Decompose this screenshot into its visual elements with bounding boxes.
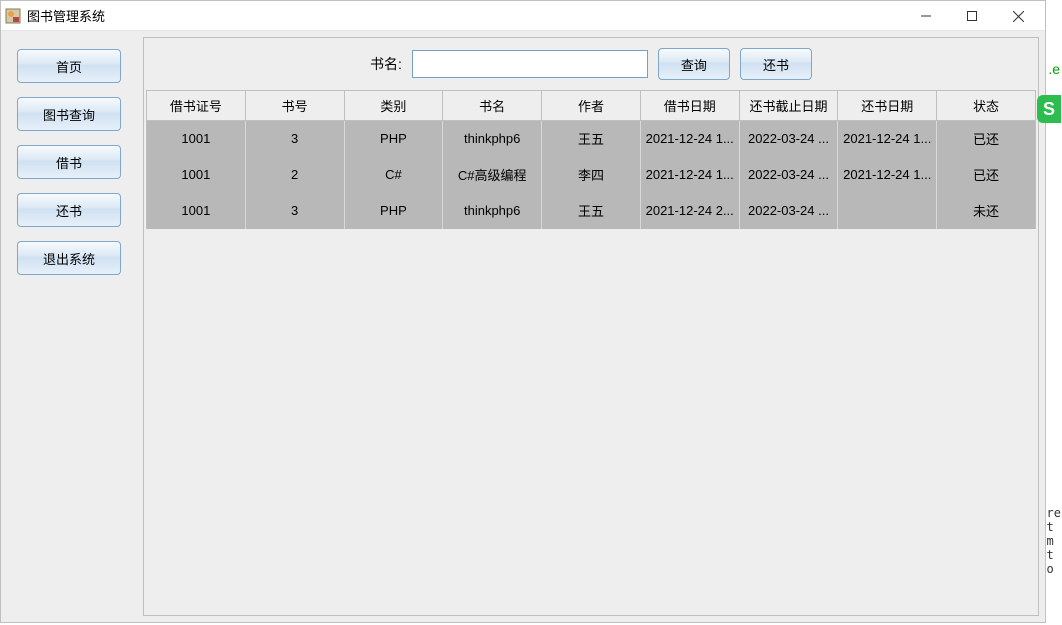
- cell-category[interactable]: C#: [344, 157, 443, 193]
- table-area: 借书证号 书号 类别 书名 作者 借书日期 还书截止日期 还书日期 状态: [146, 90, 1036, 613]
- sidebar-item-exit[interactable]: 退出系统: [17, 241, 121, 275]
- cell-due[interactable]: 2022-03-24 ...: [739, 157, 838, 193]
- cell-status[interactable]: 已还: [937, 157, 1036, 193]
- button-label: 查询: [681, 55, 707, 74]
- cell-card[interactable]: 1001: [147, 193, 246, 229]
- maximize-button[interactable]: [949, 1, 995, 31]
- col-author[interactable]: 作者: [542, 91, 641, 121]
- col-name[interactable]: 书名: [443, 91, 542, 121]
- col-status[interactable]: 状态: [937, 91, 1036, 121]
- return-book-button[interactable]: 还书: [740, 48, 812, 80]
- main-area: 书名: 查询 还书 借书证号 书号 类别 书名 作者: [137, 31, 1045, 622]
- sidebar-item-return[interactable]: 还书: [17, 193, 121, 227]
- cell-category[interactable]: PHP: [344, 193, 443, 229]
- sidebar: 首页 图书查询 借书 还书 退出系统: [1, 31, 137, 622]
- main-panel: 书名: 查询 还书 借书证号 书号 类别 书名 作者: [143, 37, 1039, 616]
- edge-code-fragment: re t m t o: [1047, 506, 1061, 576]
- cell-bookno[interactable]: 2: [245, 157, 344, 193]
- cell-author[interactable]: 王五: [542, 121, 641, 157]
- titlebar[interactable]: 图书管理系统: [1, 1, 1045, 31]
- table-row[interactable]: 1001 3 PHP thinkphp6 王五 2021-12-24 1... …: [147, 121, 1036, 157]
- cell-due[interactable]: 2022-03-24 ...: [739, 121, 838, 157]
- cell-borrow[interactable]: 2021-12-24 1...: [640, 121, 739, 157]
- window-controls: [903, 1, 1041, 30]
- edge-text: .e: [1048, 61, 1060, 77]
- col-returned[interactable]: 还书日期: [838, 91, 937, 121]
- cell-bookno[interactable]: 3: [245, 121, 344, 157]
- sidebar-item-label: 图书查询: [43, 105, 95, 124]
- cell-card[interactable]: 1001: [147, 157, 246, 193]
- close-button[interactable]: [995, 1, 1041, 31]
- cell-bookno[interactable]: 3: [245, 193, 344, 229]
- records-table[interactable]: 借书证号 书号 类别 书名 作者 借书日期 还书截止日期 还书日期 状态: [146, 90, 1036, 229]
- sidebar-item-borrow[interactable]: 借书: [17, 145, 121, 179]
- table-row[interactable]: 1001 2 C# C#高级编程 李四 2021-12-24 1... 2022…: [147, 157, 1036, 193]
- cell-card[interactable]: 1001: [147, 121, 246, 157]
- cell-returned[interactable]: 2021-12-24 1...: [838, 157, 937, 193]
- cell-returned[interactable]: 2021-12-24 1...: [838, 121, 937, 157]
- cell-author[interactable]: 王五: [542, 193, 641, 229]
- cell-status[interactable]: 已还: [937, 121, 1036, 157]
- col-due[interactable]: 还书截止日期: [739, 91, 838, 121]
- col-card[interactable]: 借书证号: [147, 91, 246, 121]
- sidebar-item-label: 还书: [56, 201, 82, 220]
- cell-name[interactable]: thinkphp6: [443, 193, 542, 229]
- cell-category[interactable]: PHP: [344, 121, 443, 157]
- search-label: 书名:: [370, 54, 402, 74]
- cell-due[interactable]: 2022-03-24 ...: [739, 193, 838, 229]
- cell-returned[interactable]: [838, 193, 937, 229]
- table-row[interactable]: 1001 3 PHP thinkphp6 王五 2021-12-24 2... …: [147, 193, 1036, 229]
- button-label: 还书: [763, 55, 789, 74]
- app-icon: [5, 8, 21, 24]
- sidebar-item-label: 首页: [56, 57, 82, 76]
- cell-author[interactable]: 李四: [542, 157, 641, 193]
- search-bar: 书名: 查询 还书: [144, 38, 1038, 90]
- table-header-row: 借书证号 书号 类别 书名 作者 借书日期 还书截止日期 还书日期 状态: [147, 91, 1036, 121]
- col-borrow[interactable]: 借书日期: [640, 91, 739, 121]
- col-category[interactable]: 类别: [344, 91, 443, 121]
- cell-borrow[interactable]: 2021-12-24 1...: [640, 157, 739, 193]
- query-button[interactable]: 查询: [658, 48, 730, 80]
- cell-borrow[interactable]: 2021-12-24 2...: [640, 193, 739, 229]
- sidebar-item-label: 借书: [56, 153, 82, 172]
- sidebar-item-home[interactable]: 首页: [17, 49, 121, 83]
- content-area: 首页 图书查询 借书 还书 退出系统 书名: 查询 还书 借书证号: [1, 31, 1045, 622]
- minimize-button[interactable]: [903, 1, 949, 31]
- cell-status[interactable]: 未还: [937, 193, 1036, 229]
- col-bookno[interactable]: 书号: [245, 91, 344, 121]
- search-input[interactable]: [412, 50, 648, 78]
- app-window: 图书管理系统 首页 图书查询 借书 还书 退出系统 书名:: [0, 0, 1046, 623]
- cell-name[interactable]: C#高级编程: [443, 157, 542, 193]
- window-title: 图书管理系统: [27, 6, 903, 25]
- sidebar-item-label: 退出系统: [43, 249, 95, 268]
- cell-name[interactable]: thinkphp6: [443, 121, 542, 157]
- edge-badge-icon: S: [1037, 95, 1061, 123]
- sidebar-item-book-query[interactable]: 图书查询: [17, 97, 121, 131]
